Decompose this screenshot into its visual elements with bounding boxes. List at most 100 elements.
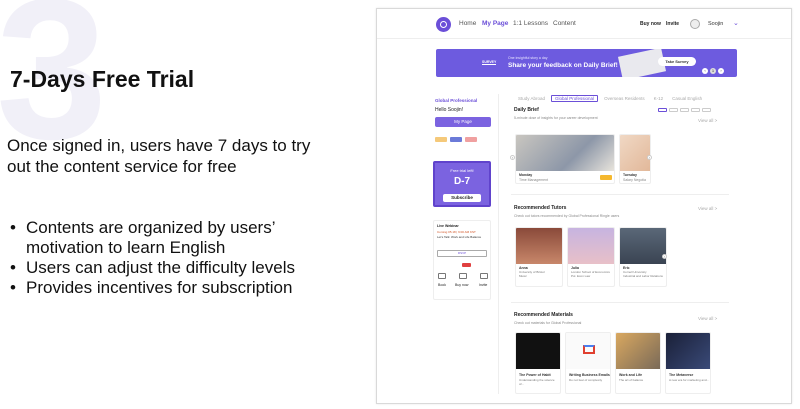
tab-study-abroad[interactable]: Study Abroad	[515, 95, 548, 102]
tutor-photo	[516, 228, 562, 264]
daily-card[interactable]: Tuesday Salary Negotia	[619, 134, 651, 184]
daily-view-all[interactable]: View all >	[698, 118, 717, 123]
tutor-card[interactable]: Julia London School of Economics Pol. Ec…	[567, 227, 615, 287]
prev-arrow-icon[interactable]: ‹	[702, 68, 708, 74]
daily-day: Monday	[519, 173, 533, 177]
next-arrow-icon[interactable]: ›	[718, 68, 724, 74]
next-arrow-icon[interactable]: ›	[647, 155, 652, 160]
bullet-item: Provides incentives for subscription	[8, 278, 338, 298]
webinar-title: Live Webinar	[437, 224, 459, 228]
level-badge	[600, 175, 612, 180]
nav-lessons[interactable]: 1:1 Lessons	[513, 20, 548, 27]
book-icon[interactable]	[438, 273, 446, 279]
material-card[interactable]: Work and Life The art of balance	[615, 332, 661, 394]
tab-global-professional[interactable]: Global Professional	[551, 95, 599, 102]
username[interactable]: Soojin	[708, 21, 723, 27]
gift-icon[interactable]	[480, 273, 488, 279]
banner-page: 1	[710, 68, 716, 74]
material-title: The Power of Habit	[519, 373, 551, 377]
nav-my-page[interactable]: My Page	[482, 20, 508, 27]
material-desc: The art of balance	[619, 378, 644, 382]
divider	[511, 302, 729, 303]
level-chip[interactable]	[702, 108, 711, 112]
shortcut-invite[interactable]: Invite	[479, 283, 487, 287]
prev-arrow-icon[interactable]: ‹	[510, 155, 515, 160]
main-content: Study Abroad Global Professional Oversea…	[498, 94, 729, 394]
tutor-major: Pol. Econ Law	[571, 274, 591, 278]
tutors-sub: Check out tutors recommended by Global P…	[514, 214, 620, 218]
banner-small: One insightful story a day	[508, 56, 548, 60]
tutor-card[interactable]: Eric Cornell University Industrial and L…	[619, 227, 667, 287]
banner-title: Share your feedback on Daily Brief!	[508, 62, 618, 69]
subscribe-button[interactable]: Subscribe	[443, 194, 481, 202]
cart-icon[interactable]	[459, 273, 467, 279]
materials-title: Recommended Materials	[514, 312, 573, 318]
nav-content[interactable]: Content	[553, 20, 576, 27]
rsvp-button[interactable]: RSVP	[437, 250, 487, 257]
badge	[450, 137, 462, 142]
webinar-date: Coming 05.18 | 9:00 AM KST	[437, 230, 476, 234]
daily-topic: Salary Negotia	[623, 178, 646, 182]
material-cover	[566, 333, 610, 369]
survey-banner[interactable]: SURVEY One insightful story a day Share …	[436, 49, 737, 77]
tutor-major: Music	[519, 274, 527, 278]
level-badges	[435, 137, 477, 142]
material-desc: Understanding the science of...	[519, 378, 555, 386]
level-chip[interactable]	[669, 108, 678, 112]
buy-now-link[interactable]: Buy now	[640, 21, 661, 27]
daily-image	[516, 135, 614, 171]
tutor-major: Industrial and Labor Relations	[623, 274, 663, 278]
material-desc: A new era for marketing and...	[669, 378, 710, 382]
shortcut-buy-now[interactable]: Buy now	[455, 283, 468, 287]
shortcut-book[interactable]: Book	[438, 283, 446, 287]
material-title: Work and Life	[619, 373, 643, 377]
tutor-card[interactable]: Anna University of Bristol Music	[515, 227, 563, 287]
badge	[465, 137, 477, 142]
tutor-photo	[620, 228, 666, 264]
tab-casual-english[interactable]: Casual English	[669, 95, 705, 102]
app-screenshot: Home My Page 1:1 Lessons Content Buy now…	[376, 8, 792, 404]
avatar[interactable]	[690, 19, 700, 29]
level-chip[interactable]	[658, 108, 667, 112]
bullet-item: Contents are organized by users’ motivat…	[8, 218, 338, 258]
daily-brief-sub: 5-minute dose of insights for your caree…	[514, 116, 598, 120]
my-page-button[interactable]: My Page	[435, 117, 491, 127]
daily-card[interactable]: Monday Time Management	[515, 134, 615, 184]
trial-title: Free trial left!	[450, 168, 474, 173]
tutors-view-all[interactable]: View all >	[698, 206, 717, 211]
daily-day: Tuesday	[623, 173, 637, 177]
tab-overseas-residents[interactable]: Overseas Residents	[601, 95, 648, 102]
program-label: Global Professional	[435, 98, 478, 103]
next-arrow-icon[interactable]: ›	[662, 254, 667, 259]
material-cover	[616, 333, 660, 369]
materials-sub: Check out materials for Global Professio…	[514, 321, 582, 325]
material-card[interactable]: Writing Business Emails Do not fear of c…	[565, 332, 611, 394]
slide: 3 7-Days Free Trial Once signed in, user…	[0, 0, 800, 409]
tab-k12[interactable]: K-12	[651, 95, 667, 102]
tutors-title: Recommended Tutors	[514, 205, 567, 211]
material-cover	[666, 333, 710, 369]
material-card[interactable]: The Power of Habit Understanding the sci…	[515, 332, 561, 394]
take-survey-button[interactable]: Take Survey	[658, 57, 696, 66]
motivation-tabs: Study Abroad Global Professional Oversea…	[515, 95, 705, 102]
slide-heading: 7-Days Free Trial	[10, 66, 195, 92]
webinar-desc: Let's Talk: Work and Life Balance	[437, 235, 482, 239]
daily-topic: Time Management	[519, 178, 549, 182]
invite-link[interactable]: Invite	[666, 21, 679, 27]
material-card[interactable]: The Metaverse A new era for marketing an…	[665, 332, 711, 394]
divider	[511, 194, 729, 195]
chevron-down-icon[interactable]: ⌄	[733, 19, 739, 27]
material-title: The Metaverse	[669, 373, 694, 377]
materials-view-all[interactable]: View all >	[698, 316, 717, 321]
material-title: Writing Business Emails	[569, 373, 610, 377]
greeting: Hello Soojin!	[435, 107, 464, 113]
material-desc: Do not fear of complexity	[569, 378, 603, 382]
logo[interactable]	[436, 17, 451, 32]
level-chip[interactable]	[680, 108, 689, 112]
daily-brief-title: Daily Brief	[514, 107, 539, 113]
level-chip[interactable]	[691, 108, 700, 112]
daily-image	[620, 135, 650, 171]
gmail-icon	[583, 345, 595, 354]
nav-home[interactable]: Home	[459, 20, 476, 27]
tutor-photo	[568, 228, 614, 264]
